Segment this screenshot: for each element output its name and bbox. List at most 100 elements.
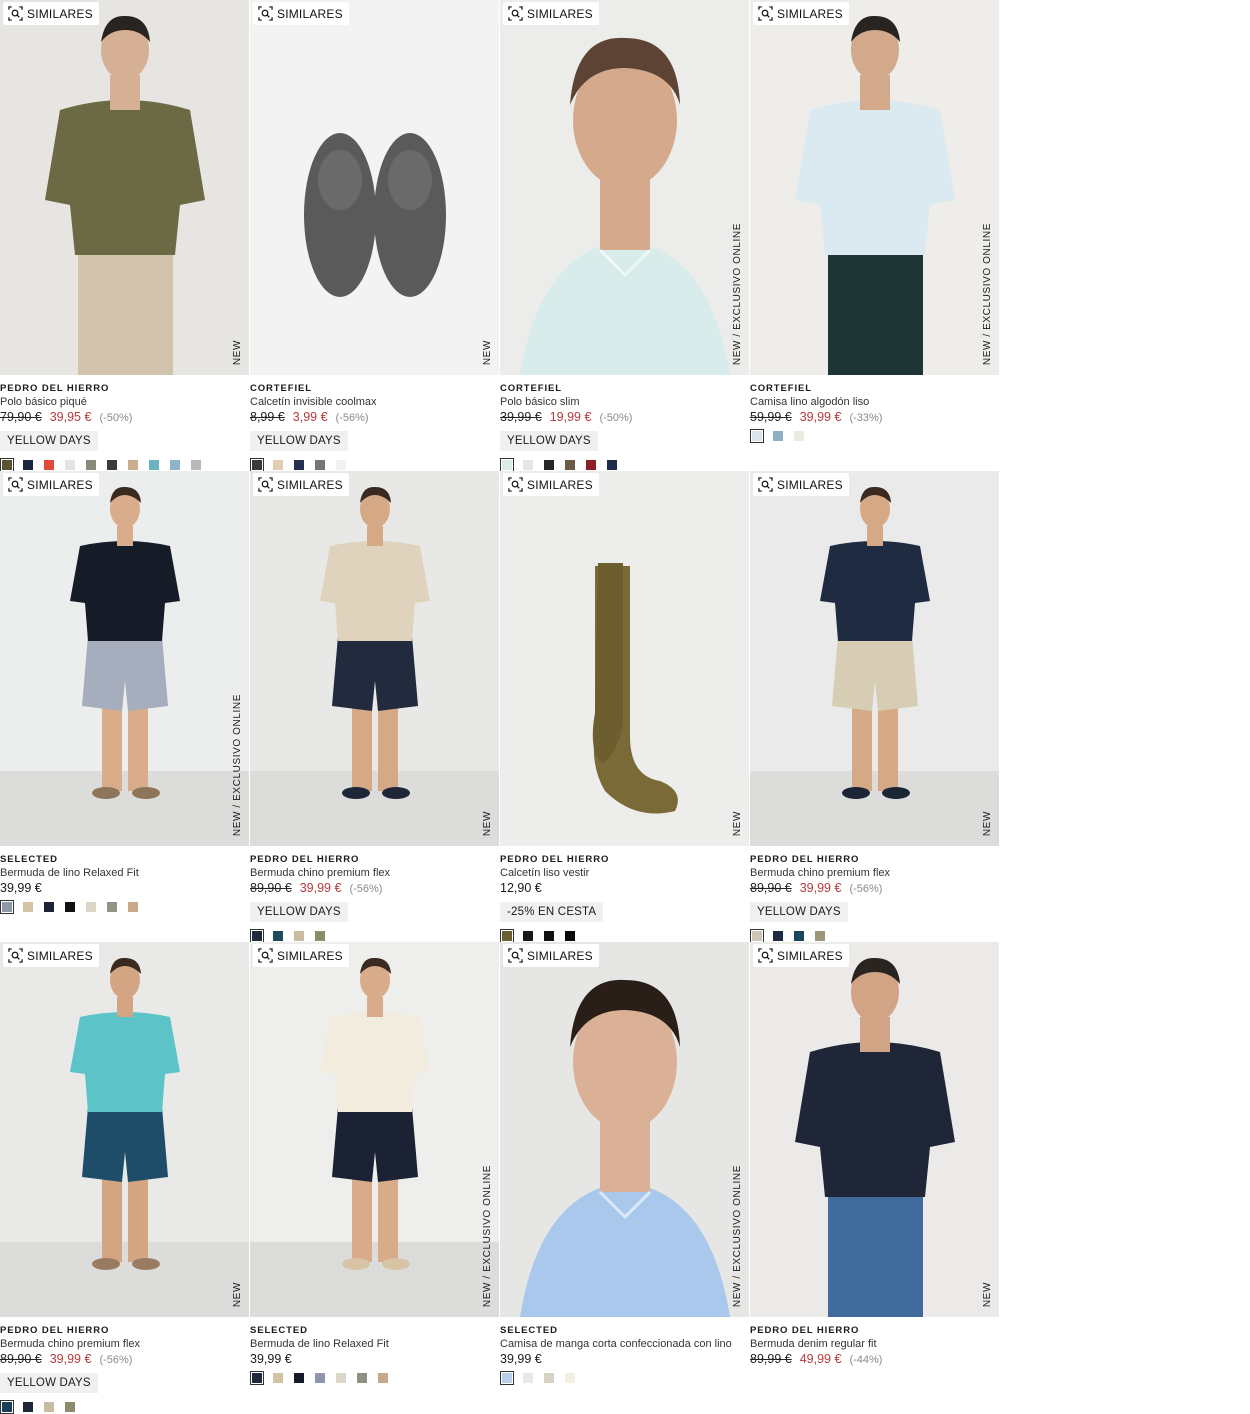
product-image[interactable]: SIMILARES NEW [750, 471, 1000, 846]
color-swatch[interactable] [273, 1373, 283, 1383]
similar-button[interactable]: SIMILARES [253, 944, 349, 967]
product-image[interactable]: SIMILARES NEW [250, 0, 500, 375]
color-swatch[interactable] [523, 1373, 533, 1383]
similar-button[interactable]: SIMILARES [503, 944, 599, 967]
color-swatch[interactable] [273, 931, 283, 941]
similar-button[interactable]: SIMILARES [253, 473, 349, 496]
color-swatch[interactable] [500, 929, 514, 943]
color-swatch[interactable] [523, 460, 533, 470]
product-card[interactable]: SIMILARES NEW PEDRO DEL HIERRO Polo básico … [0, 0, 250, 472]
product-image[interactable]: SIMILARES NEW [500, 471, 750, 846]
color-swatch[interactable] [107, 460, 117, 470]
color-swatch[interactable] [191, 460, 201, 470]
product-name[interactable]: Bermuda chino premium flex [750, 866, 1000, 880]
color-swatch[interactable] [273, 460, 283, 470]
color-swatch[interactable] [0, 1400, 14, 1414]
color-swatch[interactable] [128, 902, 138, 912]
product-card[interactable]: SIMILARES NEW PEDRO DEL HIERRO Bermuda chin… [250, 471, 500, 943]
product-card[interactable]: SIMILARES NEW PEDRO DEL HIERRO Bermuda chin… [750, 471, 1000, 943]
product-card[interactable]: SIMILARES NEW PEDRO DEL HIERRO Calcetín lis… [500, 471, 750, 943]
color-swatch[interactable] [250, 458, 264, 472]
color-swatch[interactable] [750, 429, 764, 443]
color-swatch[interactable] [336, 460, 346, 470]
color-swatch[interactable] [565, 460, 575, 470]
similar-button[interactable]: SIMILARES [3, 2, 99, 25]
color-swatch[interactable] [44, 1402, 54, 1412]
color-swatch[interactable] [773, 431, 783, 441]
color-swatch[interactable] [607, 460, 617, 470]
product-name[interactable]: Bermuda de lino Relaxed Fit [250, 1337, 500, 1351]
color-swatch[interactable] [23, 902, 33, 912]
product-image[interactable]: SIMILARES NEW / EXCLUSIVO ONLINE [750, 0, 1000, 375]
color-swatch[interactable] [0, 458, 14, 472]
similar-button[interactable]: SIMILARES [753, 473, 849, 496]
color-swatch[interactable] [315, 931, 325, 941]
color-swatch[interactable] [544, 1373, 554, 1383]
color-swatch[interactable] [250, 929, 264, 943]
similar-button[interactable]: SIMILARES [503, 2, 599, 25]
product-name[interactable]: Bermuda chino premium flex [250, 866, 500, 880]
product-name[interactable]: Camisa de manga corta confeccionada con … [500, 1337, 750, 1351]
product-name[interactable]: Polo básico slim [500, 395, 750, 409]
similar-button[interactable]: SIMILARES [503, 473, 599, 496]
color-swatch[interactable] [315, 460, 325, 470]
color-swatch[interactable] [294, 931, 304, 941]
product-name[interactable]: Calcetín invisible coolmax [250, 395, 500, 409]
product-card[interactable]: SIMILARES NEW / EXCLUSIVO ONLINE CORTEFIEL… [750, 0, 1000, 471]
color-swatch[interactable] [565, 931, 575, 941]
product-image[interactable]: SIMILARES NEW [250, 471, 500, 846]
color-swatch[interactable] [378, 1373, 388, 1383]
product-name[interactable]: Bermuda de lino Relaxed Fit [0, 866, 250, 880]
color-swatch[interactable] [107, 902, 117, 912]
product-card[interactable]: SIMILARES NEW PEDRO DEL HIERRO Bermuda deni… [750, 942, 1000, 1413]
product-card[interactable]: SIMILARES NEW CORTEFIEL Calcetín invisible … [250, 0, 500, 472]
product-name[interactable]: Bermuda chino premium flex [0, 1337, 250, 1351]
color-swatch[interactable] [294, 1373, 304, 1383]
color-swatch[interactable] [794, 431, 804, 441]
color-swatch[interactable] [500, 1371, 514, 1385]
color-swatch[interactable] [250, 1371, 264, 1385]
product-image[interactable]: SIMILARES NEW [0, 942, 250, 1317]
color-swatch[interactable] [170, 460, 180, 470]
color-swatch[interactable] [586, 460, 596, 470]
product-name[interactable]: Camisa lino algodón liso [750, 395, 1000, 409]
product-image[interactable]: SIMILARES NEW [750, 942, 1000, 1317]
color-swatch[interactable] [815, 931, 825, 941]
similar-button[interactable]: SIMILARES [3, 944, 99, 967]
color-swatch[interactable] [336, 1373, 346, 1383]
color-swatch[interactable] [65, 460, 75, 470]
color-swatch[interactable] [65, 902, 75, 912]
similar-button[interactable]: SIMILARES [3, 473, 99, 496]
product-card[interactable]: SIMILARES NEW / EXCLUSIVO ONLINE SELECTED C… [500, 942, 750, 1413]
color-swatch[interactable] [65, 1402, 75, 1412]
color-swatch[interactable] [565, 1373, 575, 1383]
similar-button[interactable]: SIMILARES [253, 2, 349, 25]
product-image[interactable]: SIMILARES NEW / EXCLUSIVO ONLINE [0, 471, 250, 846]
product-image[interactable]: SIMILARES NEW [0, 0, 250, 375]
color-swatch[interactable] [86, 902, 96, 912]
color-swatch[interactable] [500, 458, 514, 472]
product-name[interactable]: Calcetín liso vestir [500, 866, 750, 880]
color-swatch[interactable] [544, 460, 554, 470]
color-swatch[interactable] [149, 460, 159, 470]
product-image[interactable]: SIMILARES NEW / EXCLUSIVO ONLINE [250, 942, 500, 1317]
color-swatch[interactable] [23, 1402, 33, 1412]
color-swatch[interactable] [44, 460, 54, 470]
product-image[interactable]: SIMILARES NEW / EXCLUSIVO ONLINE [500, 0, 750, 375]
color-swatch[interactable] [357, 1373, 367, 1383]
similar-button[interactable]: SIMILARES [753, 2, 849, 25]
product-image[interactable]: SIMILARES NEW / EXCLUSIVO ONLINE [500, 942, 750, 1317]
color-swatch[interactable] [794, 931, 804, 941]
color-swatch[interactable] [544, 931, 554, 941]
color-swatch[interactable] [315, 1373, 325, 1383]
product-card[interactable]: SIMILARES NEW / EXCLUSIVO ONLINE CORTEFIEL… [500, 0, 750, 472]
color-swatch[interactable] [128, 460, 138, 470]
product-name[interactable]: Polo básico piqué [0, 395, 250, 409]
similar-button[interactable]: SIMILARES [753, 944, 849, 967]
color-swatch[interactable] [523, 931, 533, 941]
color-swatch[interactable] [773, 931, 783, 941]
product-name[interactable]: Bermuda denim regular fit [750, 1337, 1000, 1351]
color-swatch[interactable] [0, 900, 14, 914]
color-swatch[interactable] [23, 460, 33, 470]
color-swatch[interactable] [294, 460, 304, 470]
